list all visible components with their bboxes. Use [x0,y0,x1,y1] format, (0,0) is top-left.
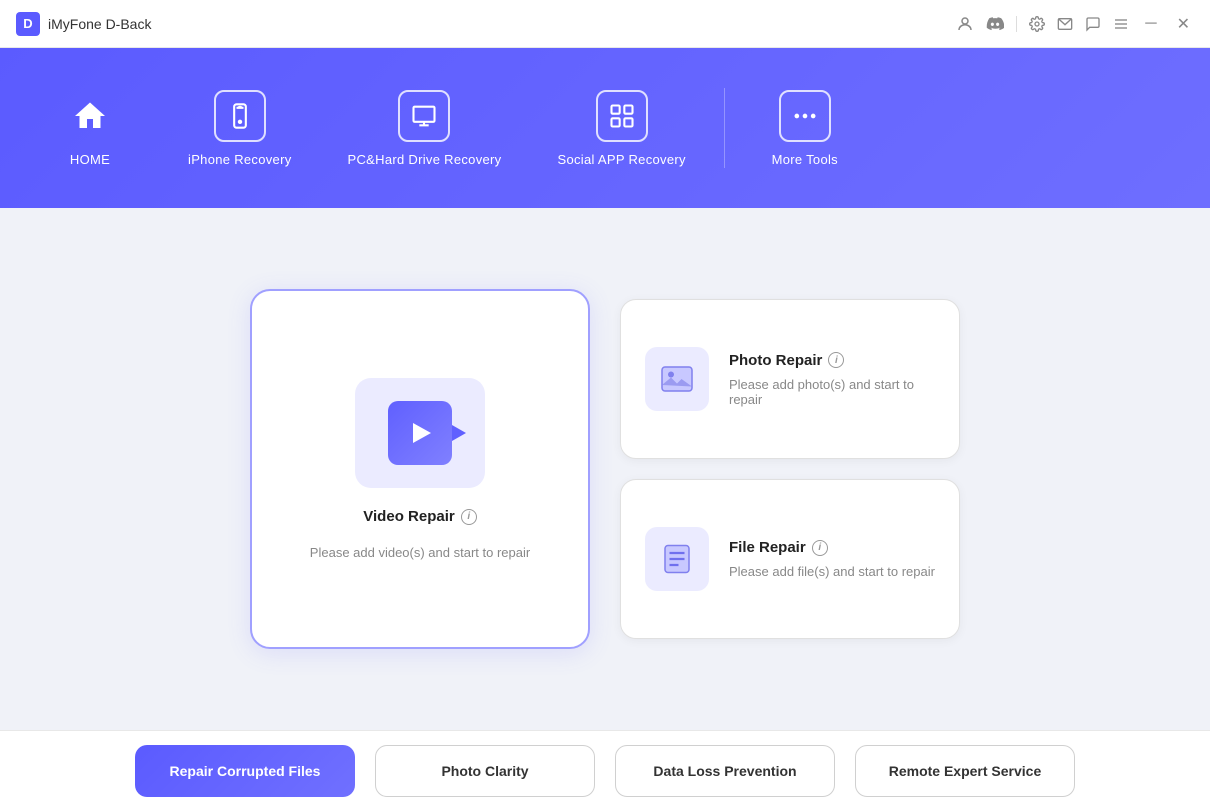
video-repair-info-icon[interactable]: i [461,509,477,525]
pc-icon [398,90,450,142]
title-separator [1016,16,1017,32]
file-repair-desc: Please add file(s) and start to repair [729,564,935,579]
nav-item-pc[interactable]: PC&Hard Drive Recovery [320,74,530,183]
video-repair-desc: Please add video(s) and start to repair [310,545,530,560]
bottom-bar: Repair Corrupted Files Photo Clarity Dat… [0,730,1210,810]
nav-social-label: Social APP Recovery [557,152,685,167]
nav-pc-label: PC&Hard Drive Recovery [348,152,502,167]
nav-item-iphone[interactable]: iPhone Recovery [160,74,320,183]
video-repair-title: Video Repair i [363,508,476,525]
file-repair-title: File Repair i [729,539,935,556]
mail-icon[interactable] [1057,16,1073,32]
app-title: iMyFone D-Back [48,16,151,32]
nav-item-social[interactable]: Social APP Recovery [529,74,713,183]
file-icon-wrap [645,527,709,591]
photo-repair-title: Photo Repair i [729,352,935,369]
title-bar: D iMyFone D-Back [0,0,1210,48]
video-play-icon [388,401,452,465]
nav-item-more[interactable]: More Tools [735,74,875,183]
file-repair-info: File Repair i Please add file(s) and sta… [729,539,935,579]
chat-icon[interactable] [1085,16,1101,32]
camera-notch [452,425,466,441]
menu-icon[interactable] [1113,16,1129,32]
nav-bar: HOME iPhone Recovery PC&Hard Drive Recov… [0,48,1210,208]
title-bar-right: ─ ✕ [956,14,1194,34]
nav-item-home[interactable]: HOME [20,74,160,183]
photo-clarity-button[interactable]: Photo Clarity [375,745,595,797]
main-content: Video Repair i Please add video(s) and s… [0,208,1210,730]
photo-repair-info: Photo Repair i Please add photo(s) and s… [729,352,935,407]
right-cards: Photo Repair i Please add photo(s) and s… [620,299,960,639]
app-icon [596,90,648,142]
more-icon [779,90,831,142]
home-icon [64,90,116,142]
photo-repair-card[interactable]: Photo Repair i Please add photo(s) and s… [620,299,960,459]
data-loss-button[interactable]: Data Loss Prevention [615,745,835,797]
photo-repair-info-icon[interactable]: i [828,352,844,368]
close-button[interactable]: ✕ [1173,14,1194,34]
person-icon[interactable] [956,15,974,33]
file-repair-info-icon[interactable]: i [812,540,828,556]
iphone-icon [214,90,266,142]
nav-more-label: More Tools [772,152,838,167]
video-icon-container [355,378,485,488]
nav-separator [724,88,725,168]
repair-corrupted-button[interactable]: Repair Corrupted Files [135,745,355,797]
file-repair-card[interactable]: File Repair i Please add file(s) and sta… [620,479,960,639]
title-bar-left: D iMyFone D-Back [16,12,151,36]
video-repair-card[interactable]: Video Repair i Please add video(s) and s… [250,289,590,649]
nav-iphone-label: iPhone Recovery [188,152,292,167]
photo-repair-desc: Please add photo(s) and start to repair [729,377,935,407]
settings-icon[interactable] [1029,16,1045,32]
app-logo: D [16,12,40,36]
photo-icon-wrap [645,347,709,411]
nav-home-label: HOME [70,152,110,167]
remote-expert-button[interactable]: Remote Expert Service [855,745,1075,797]
minimize-button[interactable]: ─ [1141,15,1160,33]
discord-icon[interactable] [986,15,1004,33]
